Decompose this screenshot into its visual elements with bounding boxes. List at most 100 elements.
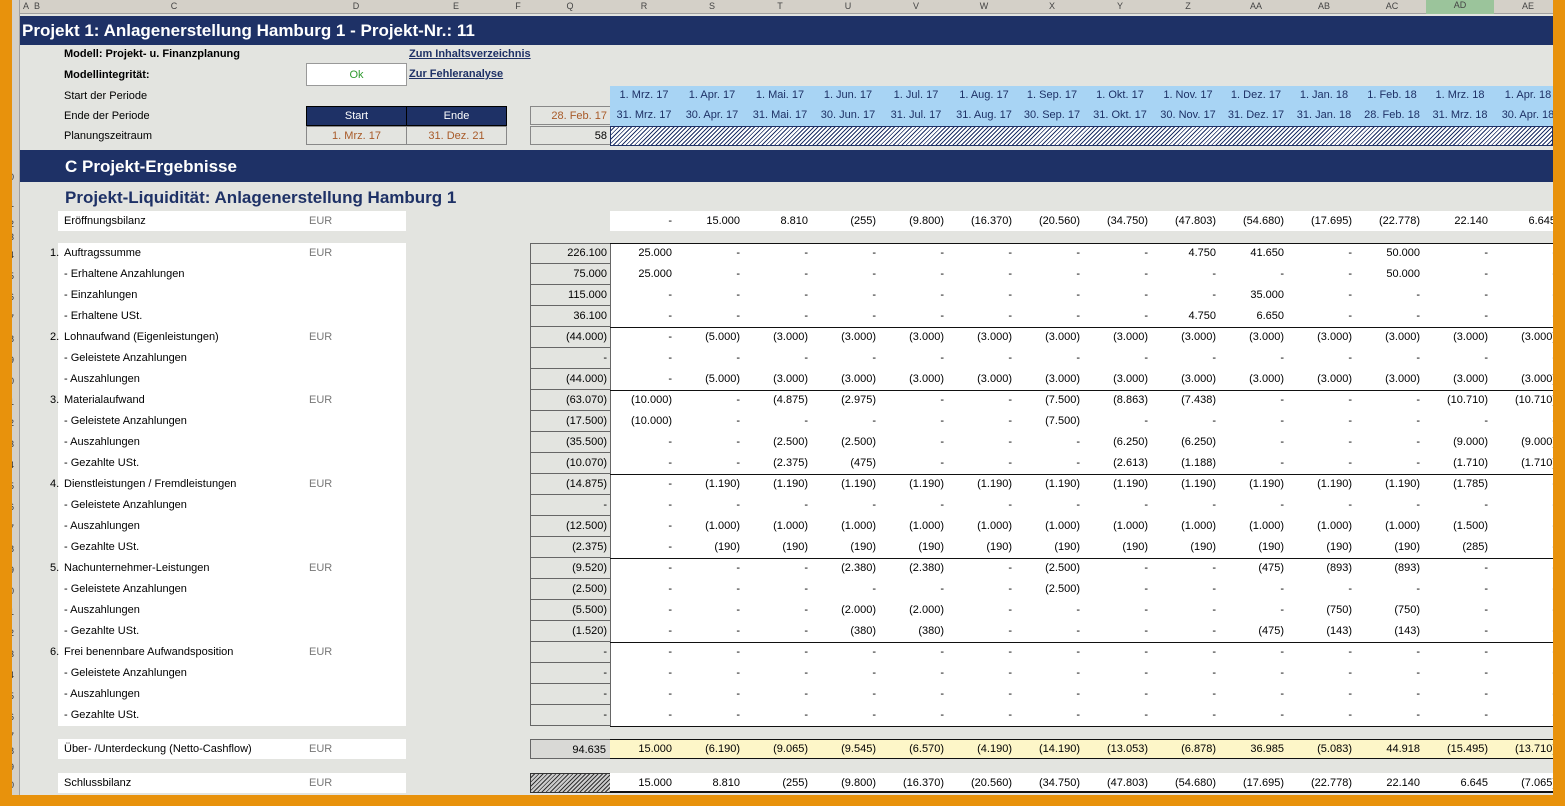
column-header-c[interactable]: C bbox=[42, 1, 306, 11]
value-cell[interactable]: (6.250) bbox=[1154, 432, 1222, 453]
value-cell[interactable]: (190) bbox=[1018, 537, 1086, 558]
value-cell[interactable]: - bbox=[746, 243, 814, 264]
value-cell[interactable]: (10.710) bbox=[1494, 390, 1553, 411]
value-cell[interactable]: (7.065) bbox=[1494, 773, 1553, 794]
row-number[interactable]: 8 bbox=[12, 544, 14, 554]
value-cell[interactable]: (190) bbox=[678, 537, 746, 558]
value-cell[interactable]: - bbox=[746, 558, 814, 579]
value-cell[interactable]: 35.000 bbox=[1222, 285, 1290, 306]
value-cell[interactable]: (3.000) bbox=[746, 369, 814, 390]
value-cell[interactable]: - bbox=[1426, 642, 1494, 663]
value-cell[interactable]: (475) bbox=[1222, 621, 1290, 642]
value-cell[interactable]: (34.750) bbox=[1018, 773, 1086, 794]
value-cell[interactable]: 6.645 bbox=[1426, 773, 1494, 794]
value-cell[interactable]: (4.875) bbox=[746, 390, 814, 411]
value-cell[interactable]: - bbox=[814, 579, 882, 600]
row-sum[interactable]: (9.520) bbox=[530, 558, 611, 579]
value-cell[interactable]: - bbox=[1426, 411, 1494, 432]
value-cell[interactable]: - bbox=[1290, 453, 1358, 474]
value-cell[interactable]: - bbox=[1222, 348, 1290, 369]
value-cell[interactable]: (3.000) bbox=[1358, 327, 1426, 348]
row-sum[interactable]: (12.500) bbox=[530, 516, 611, 537]
value-cell[interactable]: - bbox=[1086, 663, 1154, 684]
value-cell[interactable]: (190) bbox=[1086, 537, 1154, 558]
value-cell[interactable]: - bbox=[1154, 495, 1222, 516]
row-number[interactable]: 7 bbox=[12, 313, 14, 323]
value-cell[interactable]: (3.000) bbox=[1154, 369, 1222, 390]
value-cell[interactable]: (2.613) bbox=[1086, 453, 1154, 474]
value-cell[interactable]: (3.000) bbox=[1494, 327, 1553, 348]
value-cell[interactable]: - bbox=[1290, 348, 1358, 369]
value-cell[interactable]: - bbox=[1290, 642, 1358, 663]
value-cell[interactable]: (3.000) bbox=[1154, 327, 1222, 348]
row-number[interactable]: 9 bbox=[12, 762, 14, 772]
value-cell[interactable]: - bbox=[1086, 495, 1154, 516]
column-header-w[interactable]: W bbox=[950, 1, 1018, 11]
value-cell[interactable]: - bbox=[882, 663, 950, 684]
value-cell[interactable]: - bbox=[1426, 264, 1494, 285]
row-number[interactable]: 6 bbox=[12, 292, 14, 302]
value-cell[interactable]: 44.918 bbox=[1358, 739, 1426, 760]
value-cell[interactable]: - bbox=[1154, 558, 1222, 579]
value-cell[interactable]: - bbox=[1086, 684, 1154, 705]
value-cell[interactable]: - bbox=[1154, 411, 1222, 432]
value-cell[interactable]: (3.000) bbox=[950, 327, 1018, 348]
value-cell[interactable]: - bbox=[1018, 642, 1086, 663]
row-sum[interactable]: - bbox=[530, 495, 611, 516]
value-cell[interactable]: - bbox=[1222, 432, 1290, 453]
value-cell[interactable]: - bbox=[1154, 264, 1222, 285]
value-cell[interactable]: (1.000) bbox=[882, 516, 950, 537]
value-cell[interactable]: - bbox=[678, 621, 746, 642]
row-number[interactable]: 6 bbox=[12, 712, 14, 722]
value-cell[interactable]: (3.000) bbox=[950, 369, 1018, 390]
value-cell[interactable]: - bbox=[882, 705, 950, 726]
value-cell[interactable]: (1.190) bbox=[1358, 474, 1426, 495]
value-cell[interactable]: - bbox=[1222, 411, 1290, 432]
value-cell[interactable]: - bbox=[1494, 285, 1553, 306]
value-cell[interactable]: (1.190) bbox=[1018, 474, 1086, 495]
value-cell[interactable]: - bbox=[1426, 558, 1494, 579]
value-cell[interactable]: - bbox=[1018, 621, 1086, 642]
value-cell[interactable]: - bbox=[1154, 663, 1222, 684]
value-cell[interactable]: - bbox=[1086, 621, 1154, 642]
value-cell[interactable]: - bbox=[1358, 432, 1426, 453]
value-cell[interactable]: (47.803) bbox=[1086, 773, 1154, 794]
value-cell[interactable]: 50.000 bbox=[1358, 264, 1426, 285]
value-cell[interactable]: - bbox=[1494, 306, 1553, 327]
value-cell[interactable]: (3.000) bbox=[1290, 327, 1358, 348]
value-cell[interactable]: (9.000) bbox=[1494, 432, 1553, 453]
value-cell[interactable]: - bbox=[814, 411, 882, 432]
value-cell[interactable]: (1.188) bbox=[1154, 453, 1222, 474]
value-cell[interactable]: - bbox=[950, 495, 1018, 516]
value-cell[interactable]: - bbox=[814, 285, 882, 306]
value-cell[interactable]: - bbox=[1290, 285, 1358, 306]
value-cell[interactable]: - bbox=[1154, 600, 1222, 621]
value-cell[interactable]: - bbox=[1426, 285, 1494, 306]
value-cell[interactable]: - bbox=[678, 579, 746, 600]
row-sum[interactable]: (44.000) bbox=[530, 369, 611, 390]
value-cell[interactable]: (17.695) bbox=[1222, 773, 1290, 794]
value-cell[interactable]: - bbox=[1494, 558, 1553, 579]
value-cell[interactable]: - bbox=[1290, 684, 1358, 705]
value-cell[interactable]: - bbox=[814, 684, 882, 705]
value-cell[interactable]: - bbox=[610, 642, 678, 663]
value-cell[interactable]: - bbox=[610, 684, 678, 705]
value-cell[interactable]: (1.000) bbox=[1154, 516, 1222, 537]
value-cell[interactable]: - bbox=[1426, 306, 1494, 327]
row-sum[interactable]: 75.000 bbox=[530, 264, 611, 285]
error-analysis-link[interactable]: Zur Fehleranalyse bbox=[409, 68, 503, 80]
value-cell[interactable]: (750) bbox=[1290, 600, 1358, 621]
value-cell[interactable]: (1.190) bbox=[1290, 474, 1358, 495]
value-cell[interactable]: - bbox=[610, 306, 678, 327]
value-cell[interactable]: - bbox=[950, 621, 1018, 642]
value-cell[interactable]: - bbox=[1290, 243, 1358, 264]
value-cell[interactable]: - bbox=[950, 411, 1018, 432]
value-cell[interactable]: (22.778) bbox=[1290, 773, 1358, 794]
value-cell[interactable]: (2.500) bbox=[746, 432, 814, 453]
value-cell[interactable]: (6.878) bbox=[1154, 739, 1222, 760]
row-number[interactable]: 0 bbox=[12, 780, 14, 790]
value-cell[interactable]: - bbox=[814, 705, 882, 726]
value-cell[interactable]: - bbox=[610, 327, 678, 348]
value-cell[interactable]: 25.000 bbox=[610, 264, 678, 285]
value-cell[interactable]: - bbox=[1086, 705, 1154, 726]
